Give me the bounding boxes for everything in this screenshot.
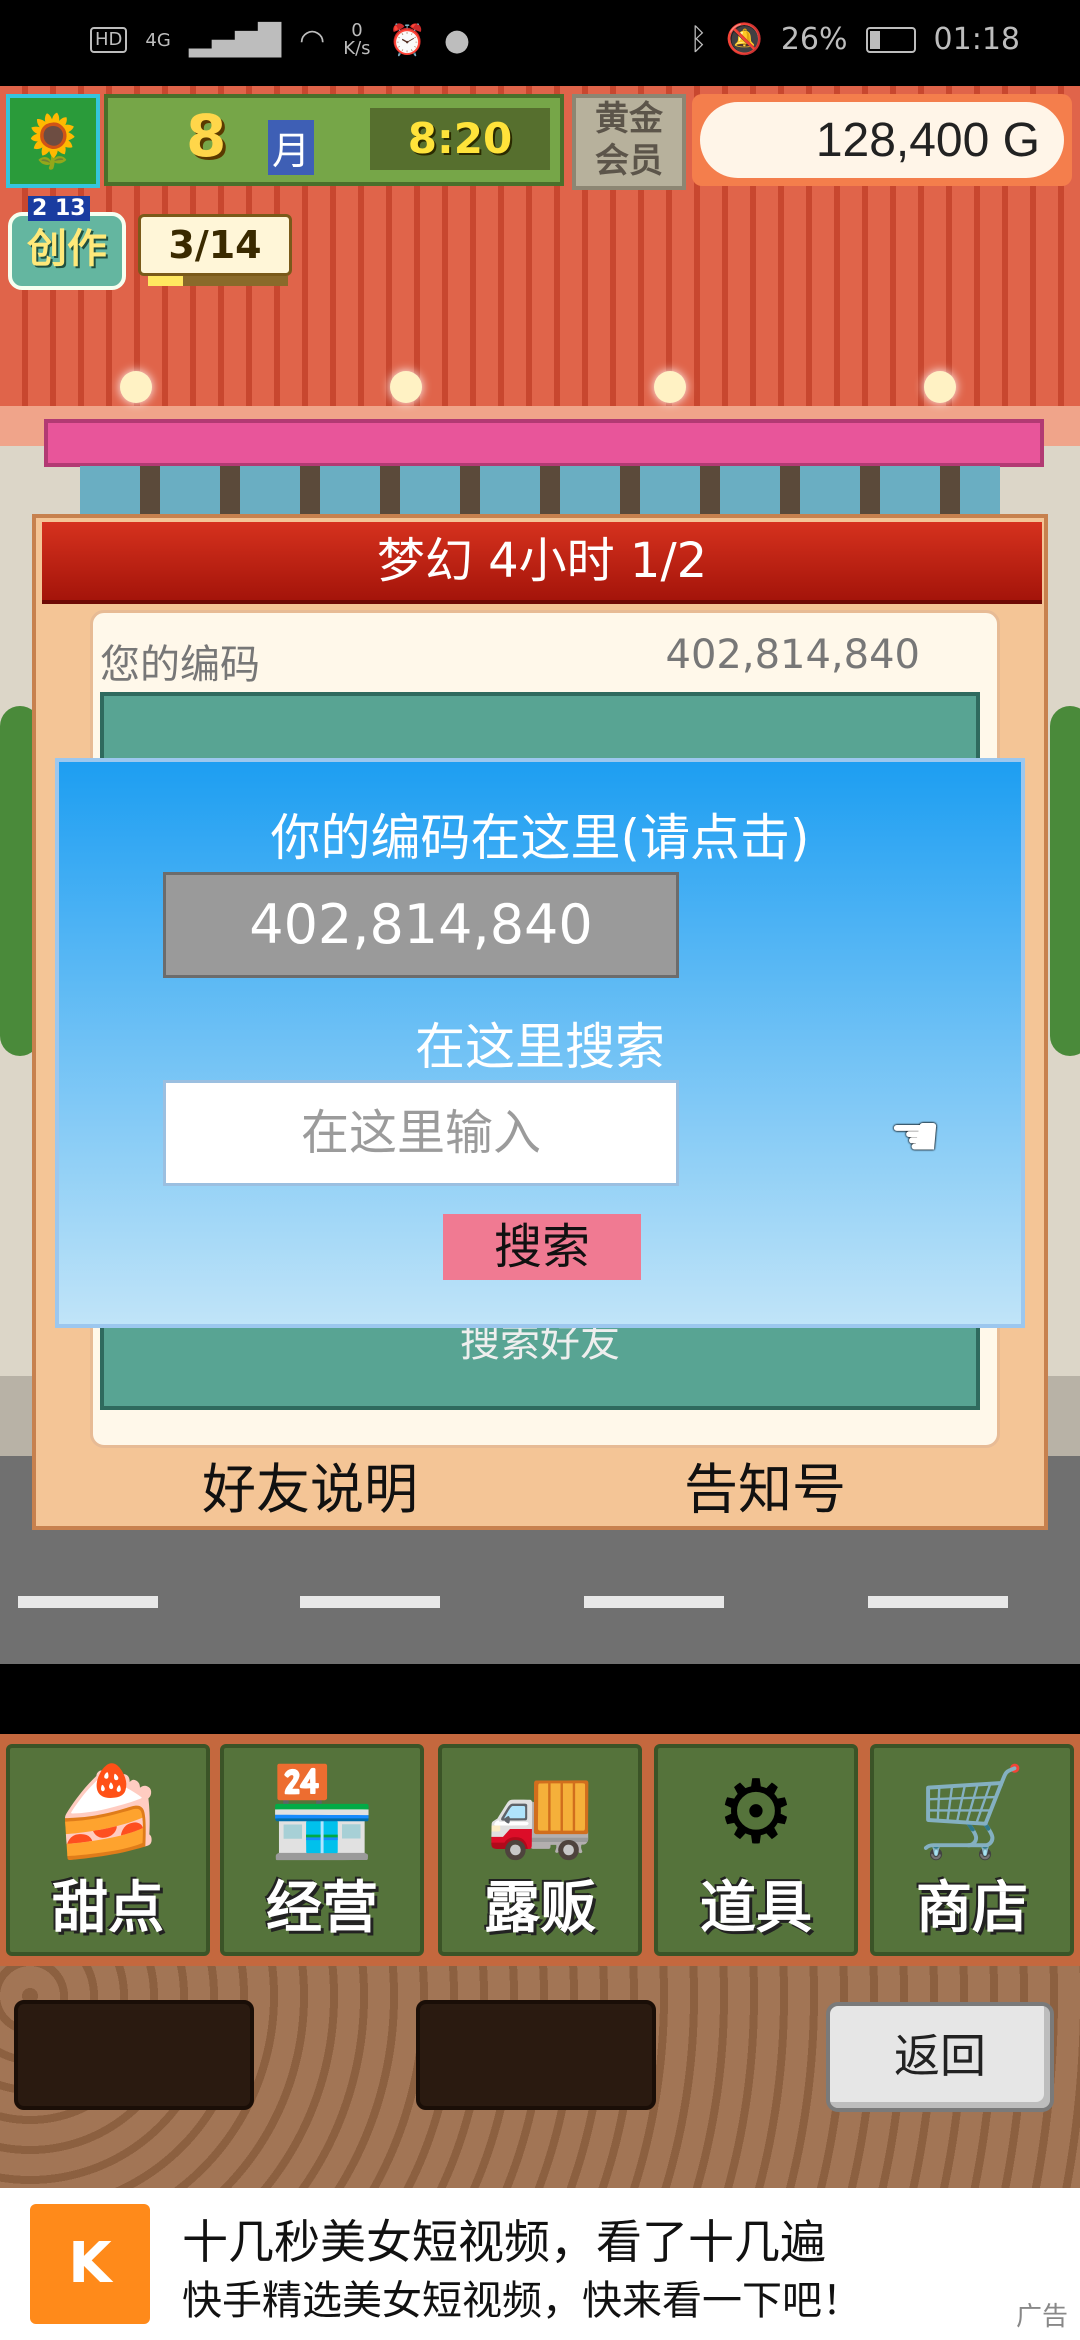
shop-building-icon: 🏪 bbox=[267, 1760, 377, 1863]
lamp-icon bbox=[924, 371, 956, 403]
signal-icon: ▂▄▆█ bbox=[188, 22, 282, 58]
money-value: 128,400 G bbox=[700, 102, 1064, 178]
qq-penguin-icon: ● bbox=[443, 22, 471, 58]
vip-label-line1: 黄金 bbox=[595, 99, 663, 139]
mute-bell-icon: 🔕 bbox=[725, 22, 763, 57]
friend-help-button[interactable]: 好友说明 bbox=[120, 1445, 500, 1524]
road-marking bbox=[300, 1596, 440, 1608]
wifi-icon: ◠ bbox=[299, 22, 326, 58]
menu-item-label: 露贩 bbox=[484, 1876, 596, 1941]
sunflower-avatar-icon[interactable]: 🌻 bbox=[6, 94, 100, 188]
back-button[interactable]: 返回 bbox=[826, 2002, 1054, 2112]
menu-manage-button[interactable]: 🏪 经营 bbox=[220, 1744, 424, 1956]
gear-bag-icon: ⚙ bbox=[716, 1760, 796, 1863]
month-unit: 月 bbox=[268, 120, 315, 175]
bluetooth-icon: ᛒ bbox=[689, 22, 708, 57]
road-marking bbox=[584, 1596, 724, 1608]
menu-items-button[interactable]: ⚙ 道具 bbox=[654, 1744, 858, 1956]
create-progress-fill bbox=[148, 276, 183, 286]
create-badge: 创作 bbox=[8, 212, 126, 290]
network-label: 4G bbox=[145, 29, 171, 51]
your-code-label: 您的编码 bbox=[100, 642, 260, 688]
hd-badge: HD bbox=[90, 27, 128, 53]
friend-code-input[interactable] bbox=[163, 1080, 679, 1186]
date-panel: 8 月 8:20 bbox=[104, 94, 564, 186]
create-count: 3/14 bbox=[138, 214, 292, 276]
menu-store-button[interactable]: 🛒 商店 bbox=[870, 1744, 1074, 1956]
search-button[interactable]: 搜索 bbox=[443, 1214, 641, 1280]
speed-readout: 0 K/s bbox=[343, 22, 370, 58]
game-time: 8:20 bbox=[370, 108, 550, 170]
empty-slot bbox=[14, 2000, 254, 2110]
menu-item-label: 经营 bbox=[266, 1876, 378, 1941]
battery-percent: 26% bbox=[780, 22, 848, 57]
status-bar: HD 4G ▂▄▆█ ◠ 0 K/s ⏰ ● ᛒ 🔕 26% 01:18 bbox=[0, 0, 1080, 86]
ad-banner[interactable]: K 十几秒美女短视频，看了十几遍 快手精选美女短视频，快来看一下吧！ 广告 bbox=[0, 2188, 1080, 2340]
bottom-menu: 🍰 甜点 🏪 经营 🚚 露贩 ⚙ 道具 🛒 商店 bbox=[0, 1734, 1080, 1966]
ad-subline: 快手精选美女短视频，快来看一下吧！ bbox=[182, 2278, 862, 2324]
kuaishou-logo-icon: K bbox=[30, 2204, 150, 2324]
ad-tag: 广告 bbox=[1015, 2302, 1068, 2332]
tree-right bbox=[1050, 706, 1080, 1056]
vip-label-line2: 会员 bbox=[595, 141, 663, 181]
top-hud: 🌻 8 月 8:20 黄金 会员 128,400 G bbox=[0, 86, 1080, 196]
shop-awning bbox=[44, 419, 1044, 467]
friend-panel-title: 梦幻 4小时 1/2 bbox=[42, 522, 1042, 604]
road-marking bbox=[868, 1596, 1008, 1608]
gold-member-button[interactable]: 黄金 会员 bbox=[572, 94, 686, 190]
menu-sweets-button[interactable]: 🍰 甜点 bbox=[6, 1744, 210, 1956]
cake-icon: 🍰 bbox=[53, 1760, 163, 1863]
menu-item-label: 甜点 bbox=[52, 1876, 164, 1941]
alarm-icon: ⏰ bbox=[388, 22, 426, 58]
road-marking bbox=[18, 1596, 158, 1608]
create-level: 2 13 bbox=[28, 196, 90, 221]
create-progress-bar bbox=[148, 276, 288, 286]
dialog-title: 你的编码在这里(请点击) bbox=[270, 809, 810, 867]
code-copy-button[interactable]: 402,814,840 bbox=[163, 872, 679, 978]
your-code-value: 402,814,840 bbox=[665, 632, 920, 678]
battery-icon bbox=[865, 26, 916, 53]
empty-slot bbox=[416, 2000, 656, 2110]
ad-headline: 十几秒美女短视频，看了十几遍 bbox=[182, 2215, 826, 2269]
clock: 01:18 bbox=[933, 22, 1020, 57]
lamp-icon bbox=[390, 371, 422, 403]
notice-button[interactable]: 告知号 bbox=[570, 1445, 960, 1524]
create-counter[interactable]: 创作 2 13 3/14 bbox=[8, 196, 293, 296]
lamp-icon bbox=[120, 371, 152, 403]
search-dialog: 你的编码在这里(请点击) 402,814,840 在这里搜索 ☛ 搜索 bbox=[55, 758, 1025, 1328]
search-heading: 在这里搜索 bbox=[415, 1018, 665, 1076]
menu-item-label: 道具 bbox=[700, 1876, 812, 1941]
speed-unit: K/s bbox=[343, 38, 371, 59]
month-number: 8 bbox=[186, 102, 227, 170]
money-display: 128,400 G bbox=[692, 94, 1072, 186]
status-left: HD 4G ▂▄▆█ ◠ 0 K/s ⏰ ● bbox=[90, 22, 470, 58]
menu-stall-button[interactable]: 🚚 露贩 bbox=[438, 1744, 642, 1956]
pointing-hand-icon: ☛ bbox=[889, 1102, 941, 1170]
lamp-icon bbox=[654, 371, 686, 403]
shopping-cart-icon: 🛒 bbox=[917, 1760, 1027, 1863]
food-truck-icon: 🚚 bbox=[485, 1760, 595, 1863]
menu-item-label: 商店 bbox=[916, 1876, 1028, 1941]
status-right: ᛒ 🔕 26% 01:18 bbox=[689, 22, 1020, 57]
